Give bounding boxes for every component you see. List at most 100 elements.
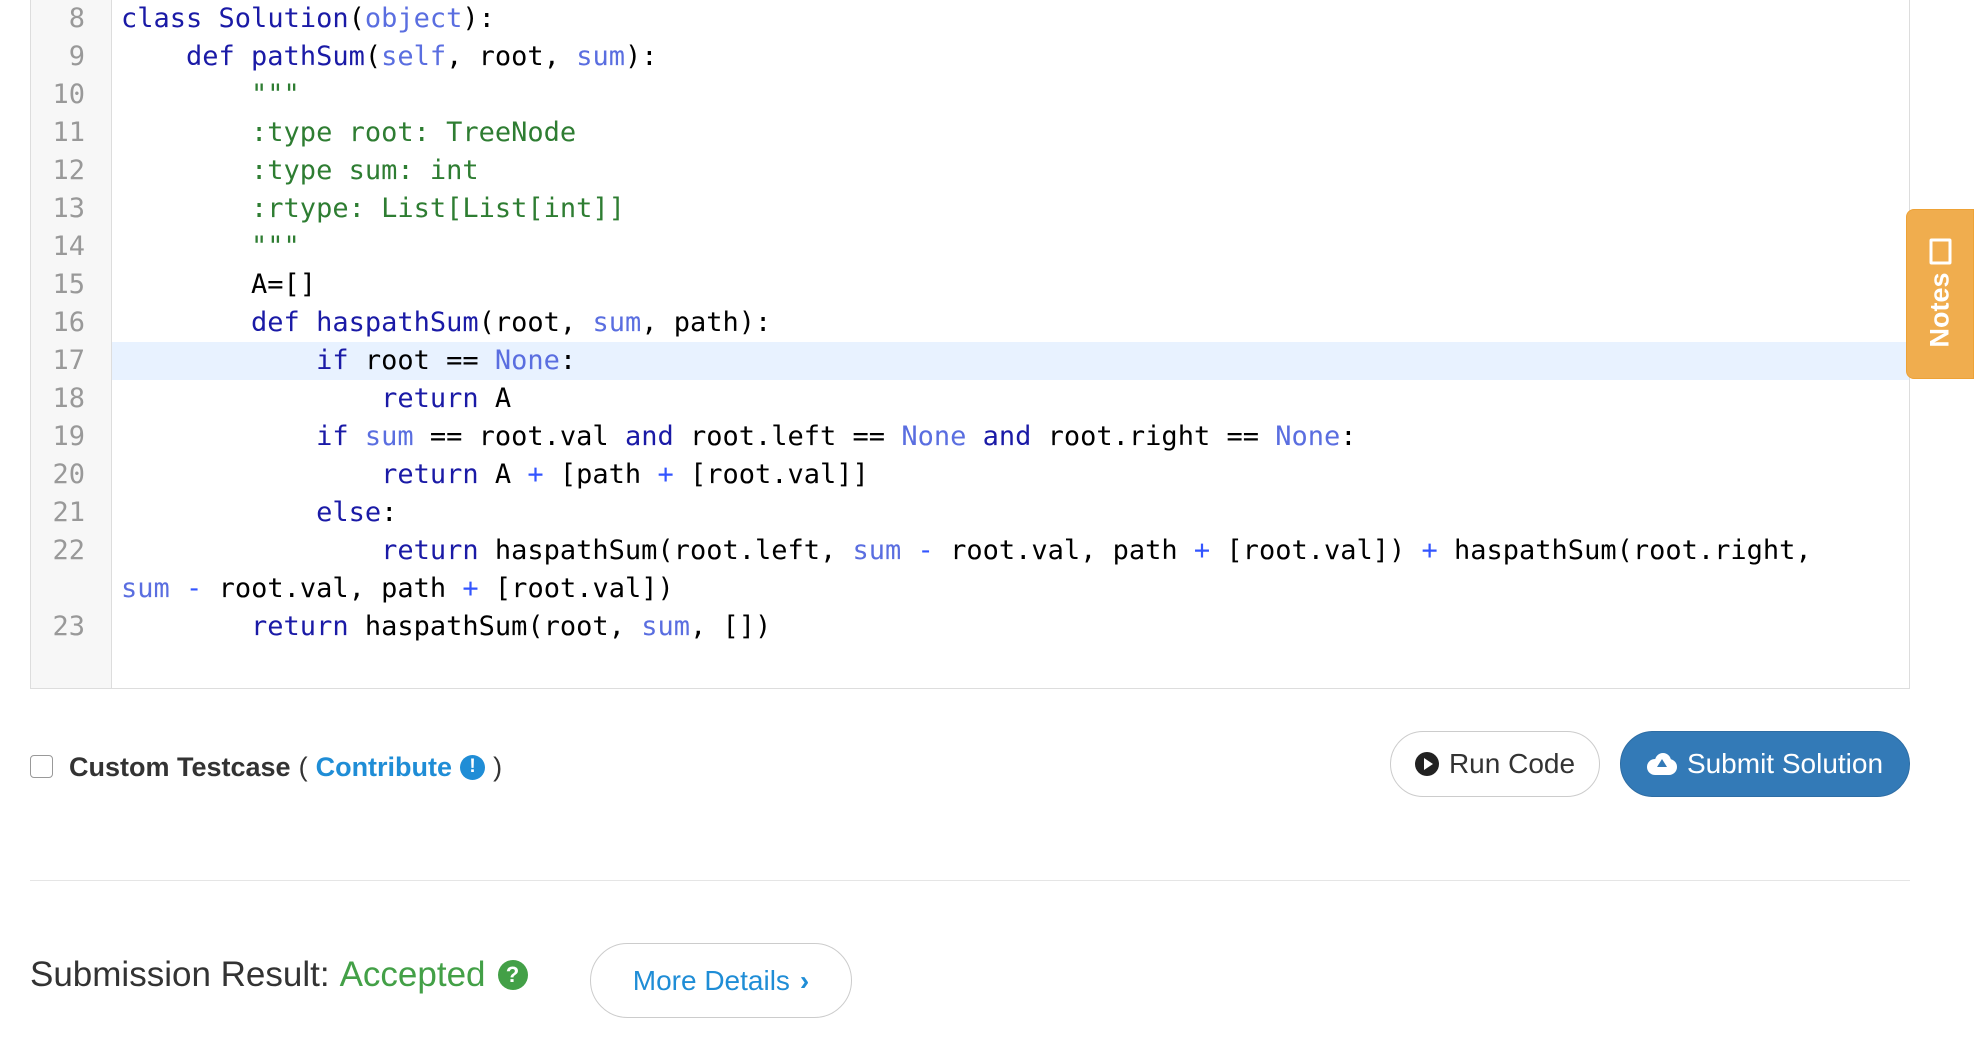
- code-token: +: [657, 459, 674, 490]
- code-token: object: [364, 3, 463, 34]
- code-token: sum: [121, 573, 170, 604]
- code-token: haspathSum(root.left,: [494, 535, 853, 566]
- code-token: sum: [592, 307, 642, 338]
- code-text: def pathSum(self, root, sum):: [121, 38, 657, 76]
- code-text: return haspathSum(root.left, sum - root.…: [121, 532, 1812, 570]
- info-icon[interactable]: !: [460, 754, 486, 780]
- line-number: 22: [52, 535, 85, 566]
- code-line[interactable]: 20 return A + [path + [root.val]]: [31, 456, 1909, 494]
- code-line[interactable]: 11 :type root: TreeNode: [31, 114, 1909, 152]
- code-text: :type sum: int: [121, 152, 479, 190]
- code-line[interactable]: 14 """: [31, 228, 1909, 266]
- code-token: [root.val]): [1210, 535, 1422, 566]
- code-token: +: [1193, 535, 1211, 566]
- code-line[interactable]: 15 A=[]: [31, 266, 1909, 304]
- code-text: """: [121, 76, 300, 114]
- line-number: 16: [52, 307, 85, 338]
- code-token: :: [381, 497, 398, 528]
- code-token: def: [121, 307, 317, 338]
- code-area[interactable]: 8 class Solution(object): 9 def pathSum(se…: [31, 0, 1909, 688]
- code-line[interactable]: sum - root.val, path + [root.val]): [31, 570, 1909, 608]
- line-number: 19: [52, 421, 85, 452]
- code-token: :type sum: int: [121, 155, 479, 186]
- code-token: +: [1421, 535, 1438, 566]
- code-editor[interactable]: 8 class Solution(object): 9 def pathSum(se…: [30, 0, 1910, 689]
- code-text: :rtype: List[List[int]]: [121, 190, 625, 228]
- code-text: if sum == root.val and root.left == None…: [121, 418, 1357, 456]
- code-line[interactable]: 16 def haspathSum(root, sum, path):: [31, 304, 1909, 342]
- code-token: class: [121, 3, 219, 34]
- code-token: ):: [624, 41, 658, 72]
- code-text: sum - root.val, path + [root.val]): [121, 570, 674, 608]
- code-token: (: [348, 3, 365, 34]
- code-token: (: [364, 41, 382, 72]
- code-token: (root,: [478, 307, 593, 338]
- code-token: A: [494, 383, 512, 414]
- code-token: -: [917, 535, 934, 566]
- custom-testcase-checkbox[interactable]: [30, 755, 53, 778]
- submit-solution-button[interactable]: Submit Solution: [1620, 731, 1910, 797]
- code-token: [root.val]]: [673, 459, 869, 490]
- custom-testcase-label: Custom Testcase: [69, 752, 291, 782]
- code-token: A: [494, 459, 528, 490]
- more-details-label: More Details: [632, 964, 790, 996]
- code-token: return: [121, 459, 495, 490]
- code-line[interactable]: 19 if sum == root.val and root.left == N…: [31, 418, 1909, 456]
- code-token: +: [462, 573, 479, 604]
- code-line[interactable]: 22 return haspathSum(root.left, sum - ro…: [31, 532, 1909, 570]
- code-token: :rtype: List[List[int]]: [121, 193, 625, 224]
- contribute-link[interactable]: Contribute: [316, 748, 452, 786]
- code-token: -: [186, 573, 203, 604]
- code-line[interactable]: 17 if root == None:: [52, 342, 1909, 380]
- code-token: , root,: [446, 41, 577, 72]
- code-token: else: [121, 497, 382, 528]
- code-text: """: [121, 228, 300, 266]
- run-code-button[interactable]: Run Code: [1390, 731, 1600, 797]
- code-line[interactable]: 21 else:: [31, 494, 1909, 532]
- code-token: and: [624, 421, 674, 452]
- submission-status: Accepted: [339, 955, 486, 994]
- code-token: """: [121, 79, 300, 110]
- code-token: == root.val: [413, 421, 625, 452]
- line-number: 9: [68, 41, 85, 72]
- code-token: root.left ==: [673, 421, 902, 452]
- line-number: 23: [52, 611, 85, 642]
- code-token: [root.val]): [478, 573, 674, 604]
- line-number: 11: [52, 117, 85, 148]
- code-text: return A: [121, 380, 511, 418]
- line-number: 10: [52, 79, 85, 110]
- code-line[interactable]: 9 def pathSum(self, root, sum):: [31, 38, 1909, 76]
- notes-tab[interactable]: Notes: [1906, 209, 1974, 379]
- submit-solution-label: Submit Solution: [1686, 748, 1884, 779]
- code-token: :: [1340, 421, 1357, 452]
- section-divider: [30, 880, 1910, 881]
- code-token: None: [494, 345, 560, 376]
- code-token: , path):: [641, 307, 772, 338]
- code-token: Solution: [218, 3, 349, 34]
- code-line[interactable]: 18 return A: [31, 380, 1909, 418]
- submission-result-label: Submission Result:: [30, 955, 330, 994]
- code-line[interactable]: 8 class Solution(object):: [31, 0, 1909, 38]
- code-token: sum: [576, 41, 625, 72]
- code-token: return: [121, 611, 365, 642]
- code-token: None: [901, 421, 967, 452]
- open-paren: (: [298, 752, 308, 782]
- code-token: sum: [852, 535, 902, 566]
- code-line[interactable]: 12 :type sum: int: [31, 152, 1909, 190]
- code-line[interactable]: 23 return haspathSum(root, sum, []): [31, 608, 1909, 646]
- notes-label: Notes: [1924, 272, 1955, 348]
- help-icon[interactable]: ?: [497, 960, 528, 990]
- line-number: 14: [52, 231, 85, 262]
- more-details-button[interactable]: More Details ›: [590, 943, 852, 1018]
- code-text: :type root: TreeNode: [121, 114, 576, 152]
- custom-testcase-row: Custom Testcase ( Contribute ! ): [69, 748, 510, 786]
- line-number: 13: [52, 193, 85, 224]
- code-line[interactable]: 10 """: [31, 76, 1909, 114]
- code-token: sum: [641, 611, 690, 642]
- code-token: and: [982, 421, 1032, 452]
- code-token: pathSum: [251, 41, 365, 72]
- code-line[interactable]: 13 :rtype: List[List[int]]: [31, 190, 1909, 228]
- code-token: if: [121, 421, 365, 452]
